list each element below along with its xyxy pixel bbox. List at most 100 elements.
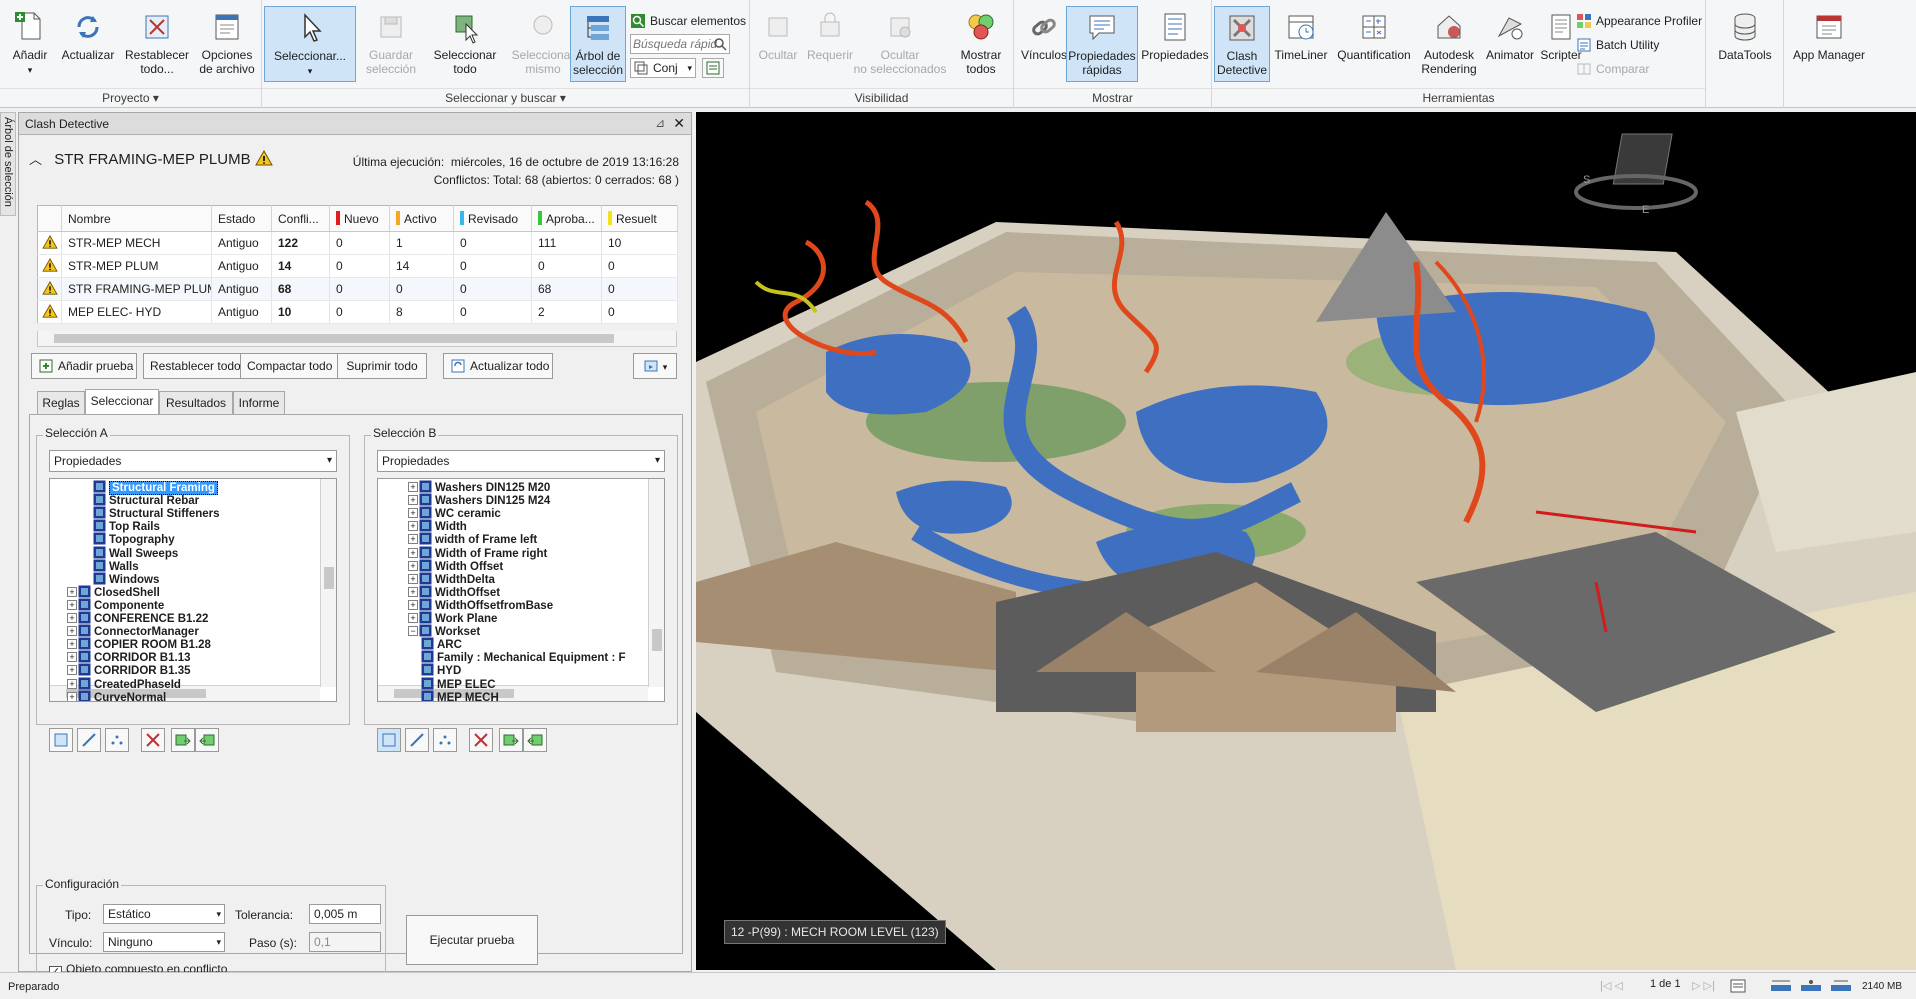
quick-find-input[interactable]: Búsqueda rápid bbox=[630, 34, 730, 54]
tests-horizontal-scrollbar[interactable] bbox=[37, 331, 677, 347]
batch-utility-button[interactable]: Batch Utility bbox=[1576, 34, 1659, 56]
expand-icon[interactable]: + bbox=[408, 560, 418, 571]
collapse-icon[interactable]: − bbox=[408, 626, 418, 637]
expand-icon[interactable]: + bbox=[408, 495, 418, 506]
animator-button[interactable]: Animator bbox=[1482, 6, 1538, 82]
hide-button[interactable]: Ocultar bbox=[754, 6, 802, 82]
expand-icon[interactable]: + bbox=[408, 547, 418, 558]
compact-all-button[interactable]: Compactar todo bbox=[240, 353, 338, 379]
table-row[interactable]: STR-MEP PLUM Antiguo 14 0 14 0 0 0 bbox=[37, 254, 678, 278]
appearance-profiler-button[interactable]: Appearance Profiler bbox=[1576, 10, 1702, 32]
export-dropdown-button[interactable]: ▾ bbox=[633, 353, 677, 379]
selection-b-dropdown[interactable]: Propiedades ▾ bbox=[377, 450, 665, 472]
selection-tree-side-tab[interactable]: Árbol de selección bbox=[0, 112, 16, 216]
expand-icon[interactable]: + bbox=[408, 508, 418, 519]
compare-button[interactable]: Comparar bbox=[1576, 58, 1649, 80]
self-intersect-button[interactable] bbox=[141, 728, 165, 752]
tab-informe[interactable]: Informe bbox=[233, 391, 285, 415]
column-header[interactable]: Resuelt bbox=[601, 205, 678, 232]
tree-a-vertical-scrollbar[interactable] bbox=[320, 479, 336, 687]
table-row[interactable]: STR-MEP MECH Antiguo 122 0 1 0 111 10 bbox=[37, 231, 678, 255]
select-button[interactable]: Seleccionar... ▾ bbox=[264, 6, 356, 82]
datatools-button[interactable]: DataTools bbox=[1710, 6, 1780, 82]
tree-item[interactable]: + CurveNormal bbox=[50, 690, 166, 701]
selection-a-tree[interactable]: Structural Framing Structural Rebar Struct… bbox=[49, 478, 337, 702]
selection-tree-button[interactable]: Árbol de selección bbox=[570, 6, 626, 82]
quantification-button[interactable]: Quantification bbox=[1332, 6, 1416, 82]
expand-icon[interactable]: + bbox=[67, 691, 77, 701]
expand-icon[interactable]: + bbox=[408, 482, 418, 492]
timeliner-button[interactable]: TimeLiner bbox=[1270, 6, 1332, 82]
expand-icon[interactable]: + bbox=[67, 613, 77, 623]
refresh-button[interactable]: Actualizar bbox=[58, 6, 118, 82]
delete-all-button[interactable]: Suprimir todo bbox=[337, 353, 427, 379]
find-items-button[interactable]: Buscar elementos bbox=[630, 10, 746, 32]
lines-toggle-button[interactable] bbox=[405, 728, 429, 752]
expand-icon[interactable]: + bbox=[67, 586, 77, 597]
select-all-button[interactable]: Seleccionar todo bbox=[426, 6, 504, 82]
next-page-icon[interactable]: ▷ ▷| bbox=[1692, 979, 1715, 992]
select-in-scene-button[interactable] bbox=[195, 728, 219, 752]
run-test-button[interactable]: Ejecutar prueba bbox=[406, 915, 538, 965]
scroll-thumb[interactable] bbox=[652, 629, 662, 651]
autodesk-rendering-button[interactable]: Autodesk Rendering bbox=[1416, 6, 1482, 82]
close-icon[interactable]: ✕ bbox=[673, 115, 685, 132]
table-row[interactable]: STR FRAMING-MEP PLUMB Antiguo 68 0 0 0 68 0 bbox=[37, 277, 678, 301]
file-options-button[interactable]: Opciones de archivo bbox=[194, 6, 260, 82]
selection-b-tree[interactable]: + Washers DIN125 M20 + Washers DIN125 M24 + W… bbox=[377, 478, 665, 702]
tree-b-vertical-scrollbar[interactable] bbox=[648, 479, 664, 687]
expand-icon[interactable]: + bbox=[67, 599, 77, 610]
app-manager-button[interactable]: App Manager bbox=[1788, 6, 1870, 82]
expand-icon[interactable]: + bbox=[67, 652, 77, 663]
sheet-browser-icon[interactable] bbox=[1730, 979, 1746, 993]
search-icon[interactable] bbox=[713, 37, 727, 51]
expand-icon[interactable]: + bbox=[67, 665, 77, 676]
collapse-chevron-icon[interactable]: ︿ bbox=[29, 152, 42, 167]
lines-toggle-button[interactable] bbox=[77, 728, 101, 752]
reset-all-button[interactable]: Restablecer todo bbox=[143, 353, 241, 379]
tab-seleccionar[interactable]: Seleccionar bbox=[85, 389, 159, 415]
points-toggle-button[interactable] bbox=[433, 728, 457, 752]
link-select[interactable]: Ninguno ▾ bbox=[103, 932, 225, 952]
add-test-button[interactable]: Añadir prueba bbox=[31, 353, 137, 379]
expand-icon[interactable]: + bbox=[408, 613, 418, 623]
expand-icon[interactable]: + bbox=[67, 678, 77, 689]
column-header[interactable]: Aproba... bbox=[531, 205, 602, 232]
column-header[interactable]: Activo bbox=[389, 205, 454, 232]
group-label-proyecto[interactable]: Proyecto ▾ bbox=[0, 88, 261, 106]
tab-resultados[interactable]: Resultados bbox=[159, 391, 233, 415]
sets-dropdown[interactable]: Conj ▾ bbox=[630, 58, 696, 78]
expand-icon[interactable]: + bbox=[408, 599, 418, 610]
tolerance-input[interactable]: 0,005 m bbox=[309, 904, 381, 924]
select-in-scene-button[interactable] bbox=[523, 728, 547, 752]
show-all-button[interactable]: Mostrar todos bbox=[950, 6, 1012, 82]
3d-viewport[interactable]: S E 12 -P(99) : MECH ROOM LEVEL (123) bbox=[696, 112, 1916, 970]
tab-reglas[interactable]: Reglas bbox=[37, 391, 85, 415]
clash-detective-button[interactable]: Clash Detective bbox=[1214, 6, 1270, 82]
expand-icon[interactable]: + bbox=[408, 573, 418, 584]
expand-icon[interactable]: + bbox=[67, 626, 77, 637]
expand-icon[interactable]: + bbox=[408, 521, 418, 532]
tree-item[interactable]: MEP MECH bbox=[378, 690, 499, 701]
surfaces-toggle-button[interactable] bbox=[377, 728, 401, 752]
scroll-thumb[interactable] bbox=[324, 567, 334, 589]
update-all-button[interactable]: Actualizar todo bbox=[443, 353, 553, 379]
step-input[interactable]: 0,1 bbox=[309, 932, 381, 952]
selection-a-dropdown[interactable]: Propiedades ▾ bbox=[49, 450, 337, 472]
first-page-icon[interactable]: |◁ ◁ bbox=[1600, 979, 1623, 992]
select-same-button[interactable]: Seleccionar mismo bbox=[506, 6, 580, 82]
column-header[interactable]: Nuevo bbox=[329, 205, 390, 232]
type-select[interactable]: Estático ▾ bbox=[103, 904, 225, 924]
column-header[interactable]: Revisado bbox=[453, 205, 532, 232]
manage-sets-button[interactable] bbox=[702, 58, 724, 78]
quick-properties-button[interactable]: Propiedades rápidas bbox=[1066, 6, 1138, 82]
self-intersect-button[interactable] bbox=[469, 728, 493, 752]
surfaces-toggle-button[interactable] bbox=[49, 728, 73, 752]
add-button[interactable]: Añadir ▾ bbox=[4, 6, 56, 82]
reset-all-ribbon-button[interactable]: Restablecer todo... bbox=[124, 6, 190, 82]
use-current-selection-button[interactable] bbox=[171, 728, 195, 752]
table-row[interactable]: MEP ELEC- HYD Antiguo 10 0 8 0 2 0 bbox=[37, 300, 678, 324]
column-header[interactable]: Estado bbox=[211, 205, 272, 232]
points-toggle-button[interactable] bbox=[105, 728, 129, 752]
scroll-thumb[interactable] bbox=[54, 334, 614, 343]
